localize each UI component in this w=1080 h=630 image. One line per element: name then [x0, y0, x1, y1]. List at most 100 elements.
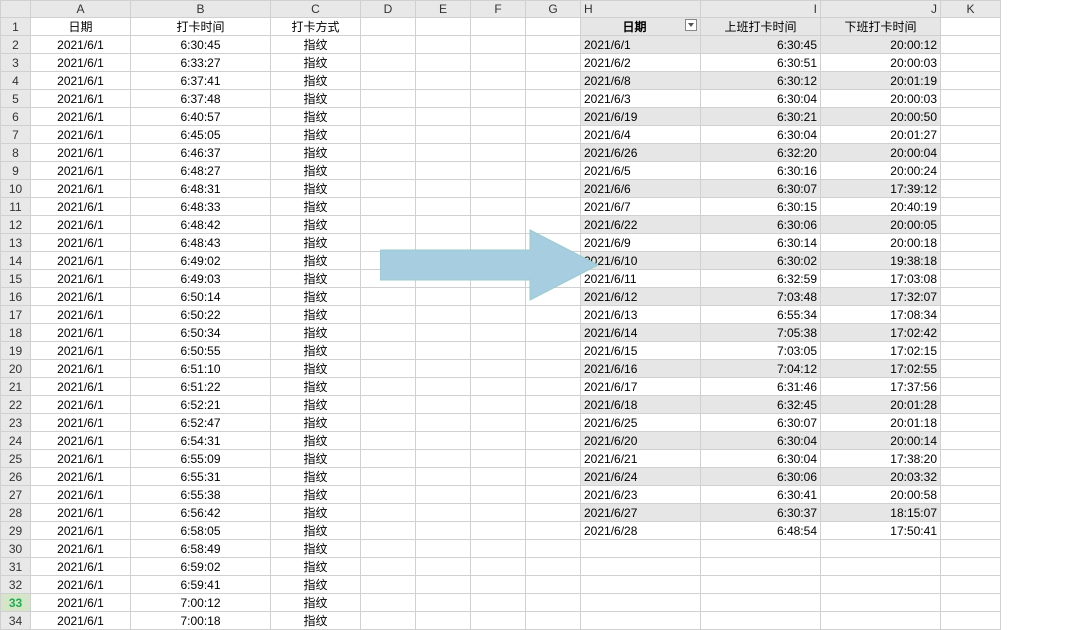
- cell-A7[interactable]: 2021/6/1: [31, 126, 131, 144]
- cell-H2[interactable]: 2021/6/1: [581, 36, 701, 54]
- cell-D4[interactable]: [361, 72, 416, 90]
- row-header[interactable]: 9: [1, 162, 31, 180]
- cell-B19[interactable]: 6:50:55: [131, 342, 271, 360]
- cell-D6[interactable]: [361, 108, 416, 126]
- cell-J11[interactable]: 20:40:19: [821, 198, 941, 216]
- cell-H33[interactable]: [581, 594, 701, 612]
- cell-A25[interactable]: 2021/6/1: [31, 450, 131, 468]
- cell-I34[interactable]: [701, 612, 821, 630]
- cell-K13[interactable]: [941, 234, 1001, 252]
- cell-K12[interactable]: [941, 216, 1001, 234]
- cell-G11[interactable]: [526, 198, 581, 216]
- cell-K22[interactable]: [941, 396, 1001, 414]
- cell-C29[interactable]: 指纹: [271, 522, 361, 540]
- cell-D17[interactable]: [361, 306, 416, 324]
- cell-E4[interactable]: [416, 72, 471, 90]
- cell-F14[interactable]: [471, 252, 526, 270]
- cell-J33[interactable]: [821, 594, 941, 612]
- cell-K31[interactable]: [941, 558, 1001, 576]
- col-header-F[interactable]: F: [471, 1, 526, 18]
- cell-J27[interactable]: 20:00:58: [821, 486, 941, 504]
- cell-I19[interactable]: 7:03:05: [701, 342, 821, 360]
- cell-G13[interactable]: [526, 234, 581, 252]
- cell-K10[interactable]: [941, 180, 1001, 198]
- cell-E24[interactable]: [416, 432, 471, 450]
- row-header[interactable]: 33: [1, 594, 31, 612]
- col-header-E[interactable]: E: [416, 1, 471, 18]
- cell-E1[interactable]: [416, 18, 471, 36]
- cell-E33[interactable]: [416, 594, 471, 612]
- cell-J15[interactable]: 17:03:08: [821, 270, 941, 288]
- cell-G30[interactable]: [526, 540, 581, 558]
- cell-C18[interactable]: 指纹: [271, 324, 361, 342]
- cell-I24[interactable]: 6:30:04: [701, 432, 821, 450]
- col-header-I[interactable]: I: [701, 1, 821, 18]
- cell-F9[interactable]: [471, 162, 526, 180]
- row-header[interactable]: 20: [1, 360, 31, 378]
- cell-D23[interactable]: [361, 414, 416, 432]
- cell-K15[interactable]: [941, 270, 1001, 288]
- cell-C11[interactable]: 指纹: [271, 198, 361, 216]
- cell-H13[interactable]: 2021/6/9: [581, 234, 701, 252]
- cell-H23[interactable]: 2021/6/25: [581, 414, 701, 432]
- cell-J24[interactable]: 20:00:14: [821, 432, 941, 450]
- cell-B16[interactable]: 6:50:14: [131, 288, 271, 306]
- cell-A6[interactable]: 2021/6/1: [31, 108, 131, 126]
- row-header[interactable]: 6: [1, 108, 31, 126]
- cell-A27[interactable]: 2021/6/1: [31, 486, 131, 504]
- cell-K8[interactable]: [941, 144, 1001, 162]
- cell-J3[interactable]: 20:00:03: [821, 54, 941, 72]
- cell-F31[interactable]: [471, 558, 526, 576]
- cell-C17[interactable]: 指纹: [271, 306, 361, 324]
- cell-D16[interactable]: [361, 288, 416, 306]
- cell-F25[interactable]: [471, 450, 526, 468]
- cell-E28[interactable]: [416, 504, 471, 522]
- cell-B20[interactable]: 6:51:10: [131, 360, 271, 378]
- cell-E29[interactable]: [416, 522, 471, 540]
- cell-J7[interactable]: 20:01:27: [821, 126, 941, 144]
- cell-F3[interactable]: [471, 54, 526, 72]
- cell-D18[interactable]: [361, 324, 416, 342]
- cell-D20[interactable]: [361, 360, 416, 378]
- cell-K33[interactable]: [941, 594, 1001, 612]
- select-all-corner[interactable]: [1, 1, 31, 18]
- cell-K24[interactable]: [941, 432, 1001, 450]
- cell-A1[interactable]: 日期: [31, 18, 131, 36]
- cell-K16[interactable]: [941, 288, 1001, 306]
- cell-A12[interactable]: 2021/6/1: [31, 216, 131, 234]
- cell-A34[interactable]: 2021/6/1: [31, 612, 131, 630]
- cell-F10[interactable]: [471, 180, 526, 198]
- cell-H34[interactable]: [581, 612, 701, 630]
- cell-G5[interactable]: [526, 90, 581, 108]
- cell-A10[interactable]: 2021/6/1: [31, 180, 131, 198]
- cell-A14[interactable]: 2021/6/1: [31, 252, 131, 270]
- row-header[interactable]: 21: [1, 378, 31, 396]
- cell-F32[interactable]: [471, 576, 526, 594]
- cell-C15[interactable]: 指纹: [271, 270, 361, 288]
- cell-H8[interactable]: 2021/6/26: [581, 144, 701, 162]
- cell-J5[interactable]: 20:00:03: [821, 90, 941, 108]
- cell-D3[interactable]: [361, 54, 416, 72]
- cell-D34[interactable]: [361, 612, 416, 630]
- cell-I31[interactable]: [701, 558, 821, 576]
- cell-H28[interactable]: 2021/6/27: [581, 504, 701, 522]
- cell-E17[interactable]: [416, 306, 471, 324]
- cell-I32[interactable]: [701, 576, 821, 594]
- cell-E18[interactable]: [416, 324, 471, 342]
- cell-K34[interactable]: [941, 612, 1001, 630]
- cell-K20[interactable]: [941, 360, 1001, 378]
- cell-B2[interactable]: 6:30:45: [131, 36, 271, 54]
- cell-H7[interactable]: 2021/6/4: [581, 126, 701, 144]
- cell-K17[interactable]: [941, 306, 1001, 324]
- row-header[interactable]: 11: [1, 198, 31, 216]
- row-header[interactable]: 30: [1, 540, 31, 558]
- cell-H10[interactable]: 2021/6/6: [581, 180, 701, 198]
- cell-G3[interactable]: [526, 54, 581, 72]
- row-header[interactable]: 14: [1, 252, 31, 270]
- cell-F24[interactable]: [471, 432, 526, 450]
- cell-I7[interactable]: 6:30:04: [701, 126, 821, 144]
- cell-J14[interactable]: 19:38:18: [821, 252, 941, 270]
- cell-I26[interactable]: 6:30:06: [701, 468, 821, 486]
- row-header[interactable]: 2: [1, 36, 31, 54]
- cell-H31[interactable]: [581, 558, 701, 576]
